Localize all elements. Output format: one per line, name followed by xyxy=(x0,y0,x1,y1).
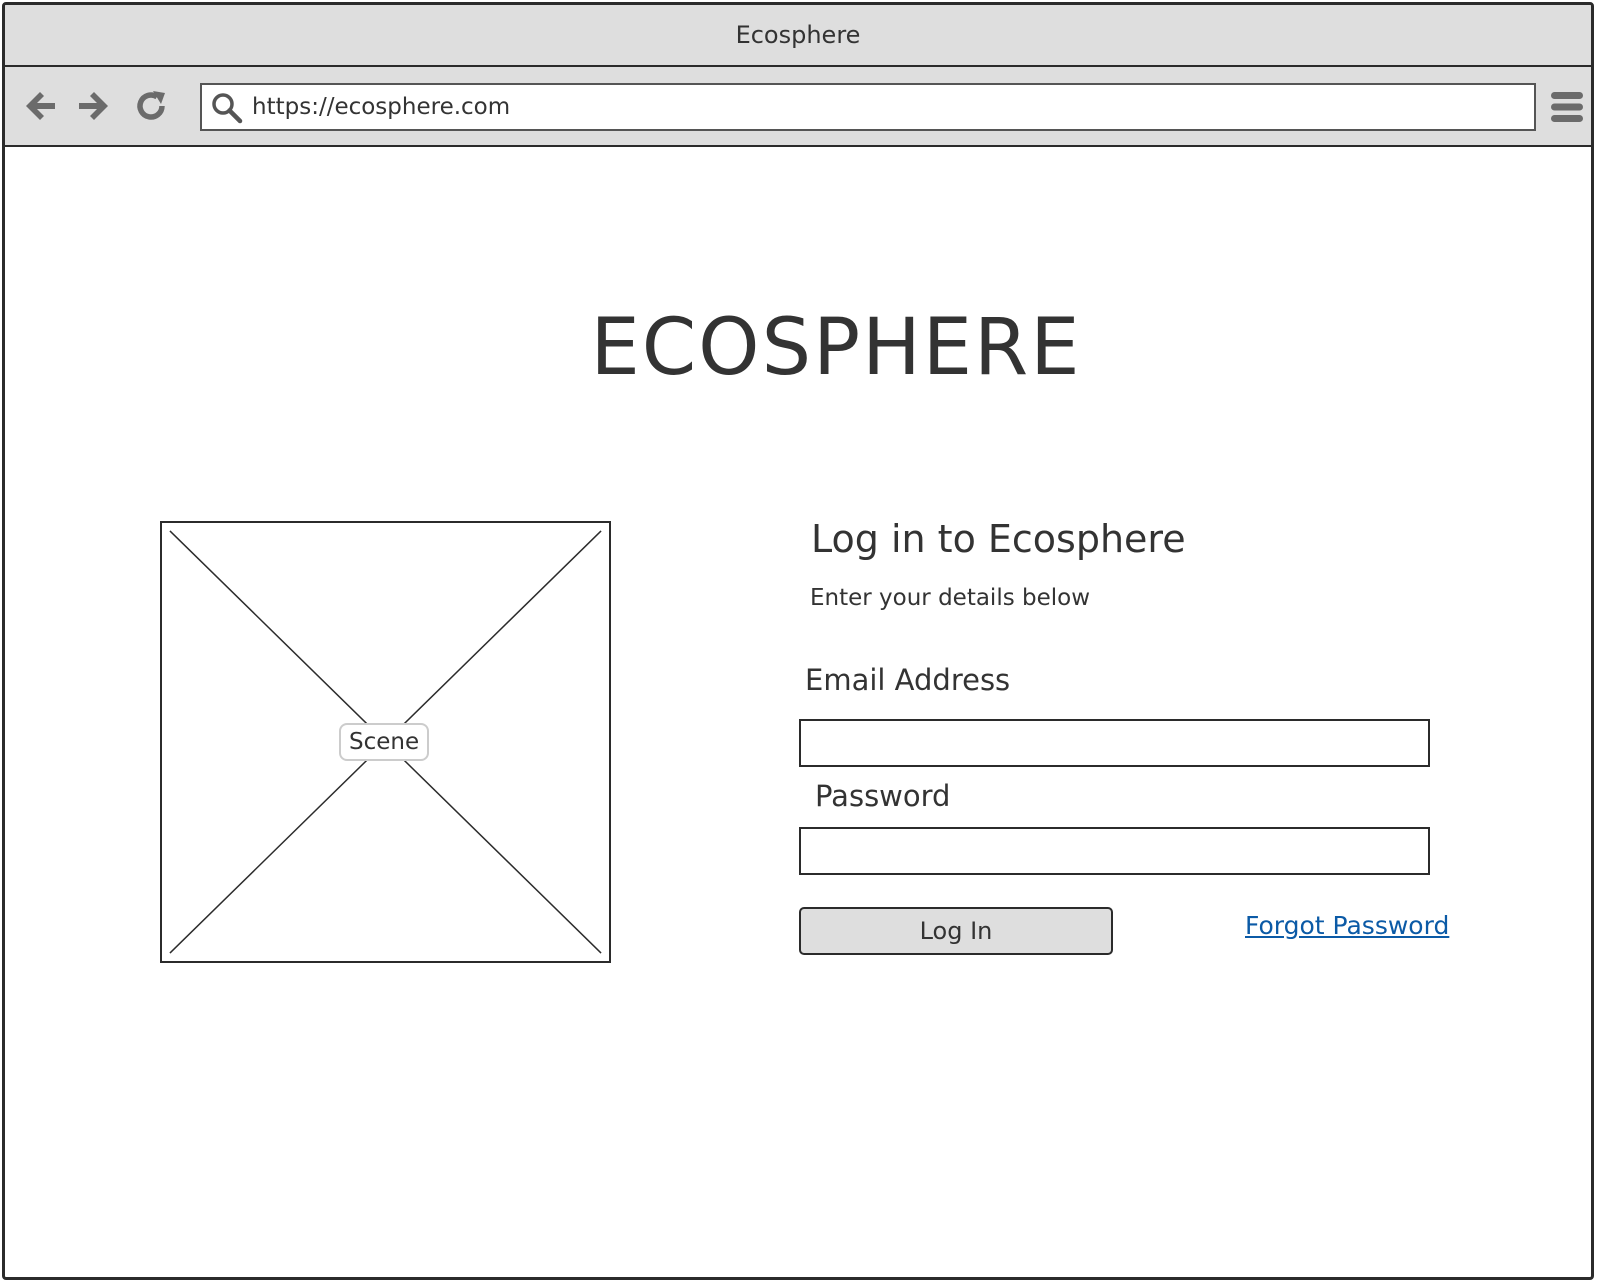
scene-label: Scene xyxy=(339,723,430,761)
window-title-bar: Ecosphere xyxy=(5,5,1591,67)
forward-button[interactable] xyxy=(73,87,111,125)
password-field[interactable] xyxy=(799,827,1430,875)
login-button[interactable]: Log In xyxy=(799,907,1113,955)
email-label: Email Address xyxy=(805,663,1011,697)
hamburger-menu-icon xyxy=(1551,92,1583,122)
reload-icon xyxy=(137,91,165,120)
browser-toolbar xyxy=(5,67,1591,147)
arrow-right-icon xyxy=(79,92,108,120)
url-input[interactable] xyxy=(252,89,1522,125)
login-title: Log in to Ecosphere xyxy=(811,517,1186,561)
scene-image-placeholder: Scene xyxy=(160,521,611,963)
login-subtitle: Enter your details below xyxy=(810,585,1091,611)
browser-window: Ecosphere https://ecosphere.com ECOSPHER… xyxy=(2,2,1594,1280)
arrow-left-icon xyxy=(26,92,55,120)
password-label: Password xyxy=(815,779,951,813)
window-title: Ecosphere xyxy=(735,21,861,49)
forgot-password-link[interactable]: Forgot Password xyxy=(1245,911,1449,940)
brand-heading: ECOSPHERE xyxy=(590,303,1082,393)
reload-button[interactable] xyxy=(132,87,170,125)
search-icon xyxy=(210,91,244,125)
back-button[interactable] xyxy=(23,87,61,125)
address-bar[interactable] xyxy=(200,83,1536,131)
email-field[interactable] xyxy=(799,719,1430,767)
browser-menu-button[interactable] xyxy=(1550,89,1584,125)
